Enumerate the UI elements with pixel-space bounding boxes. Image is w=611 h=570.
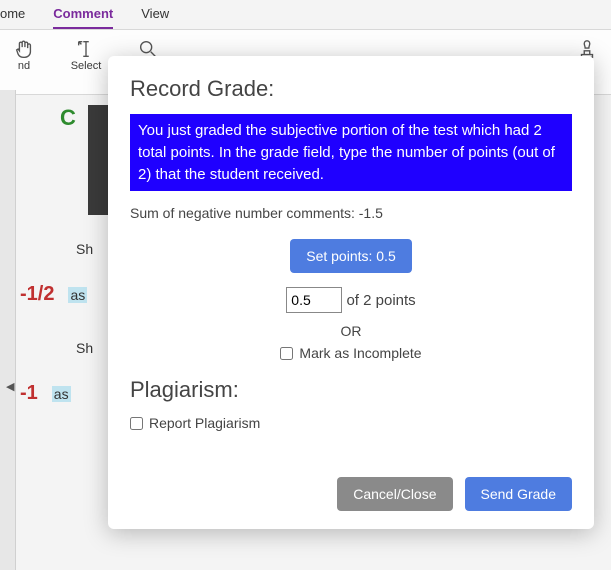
modal-title: Record Grade: — [130, 76, 572, 102]
points-suffix: of 2 points — [346, 292, 415, 309]
modal-overlay: Record Grade: You just graded the subjec… — [0, 0, 611, 570]
or-label: OR — [130, 323, 572, 339]
modal-footer: Cancel/Close Send Grade — [130, 477, 572, 511]
sum-negative-line: Sum of negative number comments: -1.5 — [130, 205, 572, 221]
set-points-button[interactable]: Set points: 0.5 — [290, 239, 412, 273]
points-input[interactable] — [286, 287, 342, 313]
plagiarism-label: Report Plagiarism — [149, 415, 260, 431]
cancel-button[interactable]: Cancel/Close — [337, 477, 452, 511]
modal-instruction: You just graded the subjective portion o… — [130, 114, 572, 191]
record-grade-modal: Record Grade: You just graded the subjec… — [108, 56, 594, 529]
incomplete-label: Mark as Incomplete — [299, 345, 421, 361]
plagiarism-checkbox[interactable] — [130, 417, 143, 430]
points-row: of 2 points — [130, 287, 572, 313]
incomplete-checkbox[interactable] — [280, 347, 293, 360]
plagiarism-title: Plagiarism: — [130, 377, 572, 403]
send-grade-button[interactable]: Send Grade — [465, 477, 573, 511]
